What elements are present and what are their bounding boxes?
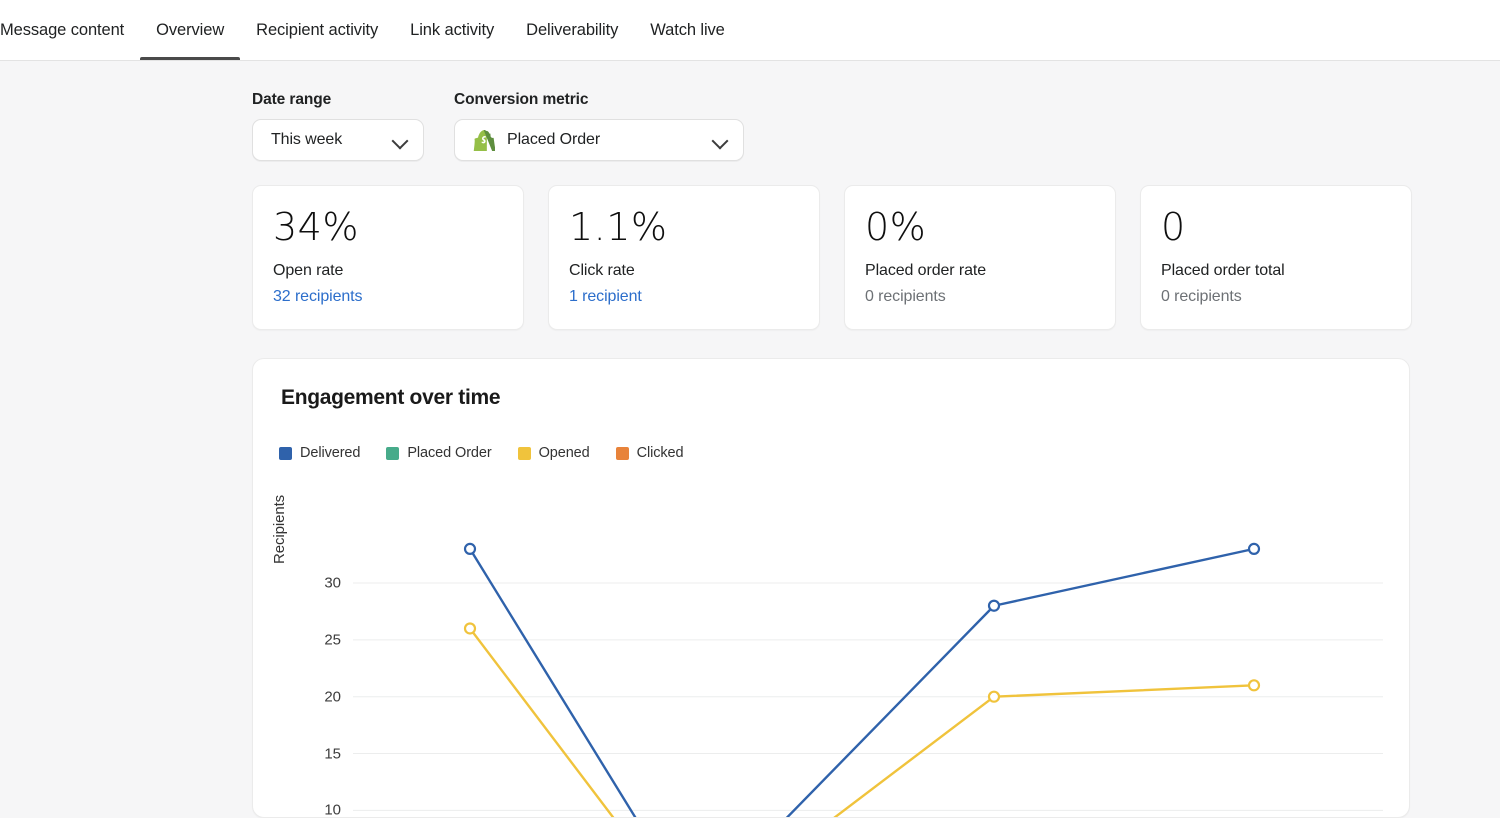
tab-message-content[interactable]: Message content — [0, 0, 140, 60]
chevron-down-icon — [711, 131, 729, 149]
tab-label: Deliverability — [526, 21, 618, 40]
chart-plot-area: 30252015105Recipients — [253, 359, 1410, 818]
tab-label: Link activity — [410, 21, 494, 40]
chart-data-point[interactable] — [1249, 680, 1259, 690]
metric-value: 1.1% — [569, 208, 799, 248]
metric-title: Placed order total — [1161, 262, 1391, 280]
date-range-label: Date range — [252, 91, 424, 109]
metric-value: 34% — [273, 208, 503, 248]
engagement-chart-card: Engagement over time DeliveredPlaced Ord… — [252, 358, 1410, 818]
metric-title: Click rate — [569, 262, 799, 280]
metric-card: 0% Placed order rate 0 recipients — [844, 185, 1116, 330]
tab-label: Overview — [156, 21, 224, 40]
tab-recipient-activity[interactable]: Recipient activity — [240, 0, 394, 60]
chart-line-opened — [470, 628, 1254, 818]
shopify-icon — [473, 129, 495, 151]
filter-controls: Date range This week Conversion metric P… — [252, 91, 744, 161]
y-axis-tick-label: 25 — [301, 631, 341, 648]
conversion-metric-value: Placed Order — [507, 131, 600, 149]
tab-bar: Message content Overview Recipient activit… — [0, 0, 1500, 61]
chevron-down-icon — [391, 131, 409, 149]
chart-line-delivered — [470, 549, 1254, 818]
conversion-metric-select[interactable]: Placed Order — [454, 119, 744, 161]
tab-label: Recipient activity — [256, 21, 378, 40]
metric-card: 0 Placed order total 0 recipients — [1140, 185, 1412, 330]
chart-data-point[interactable] — [465, 544, 475, 554]
metric-card-row: 34%Open rate32 recipients1.1%Click rate1… — [252, 185, 1412, 330]
y-axis-tick-label: 20 — [301, 688, 341, 705]
chart-data-point[interactable] — [989, 692, 999, 702]
chart-data-point[interactable] — [989, 601, 999, 611]
tab-watch-live[interactable]: Watch live — [634, 0, 741, 60]
metric-subtext: 0 recipients — [1161, 288, 1391, 306]
page-body: Date range This week Conversion metric P… — [0, 61, 1500, 801]
date-range-value: This week — [271, 131, 342, 149]
date-range-filter: Date range This week — [252, 91, 424, 161]
date-range-select[interactable]: This week — [252, 119, 424, 161]
metric-card: 34% Open rate 32 recipients — [252, 185, 524, 330]
conversion-metric-filter: Conversion metric Placed Order — [454, 91, 744, 161]
metric-card: 1.1% Click rate 1 recipient — [548, 185, 820, 330]
metric-value: 0 — [1161, 208, 1391, 248]
metric-title: Open rate — [273, 262, 503, 280]
y-axis-tick-label: 15 — [301, 745, 341, 762]
metric-subtext: 0 recipients — [865, 288, 1095, 306]
chart-data-point[interactable] — [1249, 544, 1259, 554]
y-axis-title: Recipients — [271, 495, 288, 564]
tab-link-activity[interactable]: Link activity — [394, 0, 510, 60]
y-axis-tick-label: 30 — [301, 575, 341, 592]
chart-data-point[interactable] — [465, 623, 475, 633]
metric-title: Placed order rate — [865, 262, 1095, 280]
y-axis-tick-label: 10 — [301, 802, 341, 818]
tab-label: Watch live — [650, 21, 725, 40]
metric-value: 0% — [865, 208, 1095, 248]
conversion-metric-label: Conversion metric — [454, 91, 744, 109]
tab-label: Message content — [0, 21, 124, 40]
metric-subtext[interactable]: 1 recipient — [569, 288, 799, 306]
tab-deliverability[interactable]: Deliverability — [510, 0, 634, 60]
chart-svg — [253, 359, 1410, 818]
metric-subtext[interactable]: 32 recipients — [273, 288, 503, 306]
tab-overview[interactable]: Overview — [140, 0, 240, 60]
active-tab-indicator — [140, 57, 240, 60]
